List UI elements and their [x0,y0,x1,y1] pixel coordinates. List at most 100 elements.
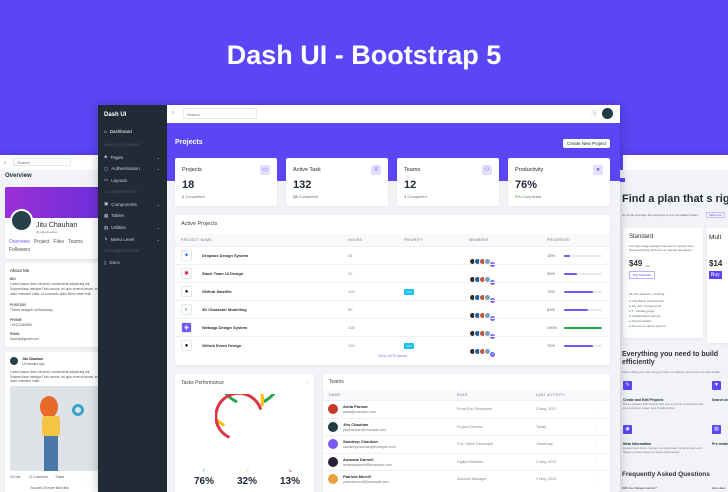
sidebar-item-pages[interactable]: ◈ Pages ⌄ [104,154,160,160]
plan-price: $49 [629,259,643,268]
stat-value: 12 [404,179,417,191]
sidebar-item-dashboard[interactable]: ⌂ Dashboard [104,129,160,134]
sidebar: Dash UI ⌂ Dashboard LAYOUTS & PAGES ◈ Pages ⌄… [98,105,167,492]
task-stat: ↘ 13% [275,468,305,487]
check-icon: ● [629,318,631,323]
sidebar-item-menu-level[interactable]: ↳ Menu Level ⌄ [104,236,160,242]
team-row[interactable]: Amanda Darnell amandadarnell@example.com… [323,452,610,471]
about-title: About Me [10,268,30,273]
menu-toggle-icon[interactable]: ≡ [172,110,174,115]
menu-icon[interactable]: ≡ [4,160,6,165]
talk-to-us-link[interactable]: Talk to us [706,212,725,218]
table-row[interactable]: ● GitHub Satellite 120 Low +5 75% [175,282,610,304]
progress-bar [564,309,602,311]
more-icon[interactable]: ⋮ [305,379,309,384]
table-row[interactable]: ● Github Event Design 120 Low +5 75% [175,336,610,358]
sidebar-item-layouts[interactable]: ▭ Layouts [104,177,160,183]
last-activity: Yesterday [536,442,553,447]
bell-icon[interactable]: • [591,110,598,117]
post-actions: 20 Like 12 Comment Share [10,475,64,479]
edit-icon: ✎ [623,381,632,390]
3d-icon: ◐ [181,304,192,315]
sidebar-item-utilities[interactable]: ▤ Utilities ⌄ [104,225,160,231]
project-name[interactable]: GitHub Satellite [202,289,232,294]
view-all-projects-link[interactable]: View All Projects [175,353,610,358]
chevron-down-icon: ⌄ [156,225,160,230]
post-time: 19 minutes ago [22,362,45,366]
team-row[interactable]: Jitu Chauhan jituchauhan@example.com Pro… [323,417,610,436]
share-button[interactable]: Share [56,475,65,479]
member-role: Full- Stack Developer [457,442,494,447]
package-icon: ▣ [104,201,109,207]
faq-question[interactable]: Will I be charged now for? [622,486,657,490]
sidebar-item-authentication[interactable]: ▢ Authentication ⌄ [104,166,160,172]
table-row[interactable]: ◈ Webapp Design System 108 +5 100% [175,318,610,340]
member-role: Front End Developer [457,407,493,411]
project-name[interactable]: Webapp Design System [202,325,247,330]
sidebar-item-label: Components [111,201,137,207]
member-email: patriciamurrill@example.com [343,480,390,485]
project-name[interactable]: 3D Character Modelling [202,307,247,312]
tab-teams[interactable]: Teams [68,239,83,245]
table-row[interactable]: ◐ 3D Character Modelling 89 +5 63% [175,300,610,322]
check-icon: ● [629,299,631,303]
tab-files[interactable]: Files [53,239,64,245]
progress-label: 100% [547,325,558,330]
more-icon[interactable]: ⋮ [595,441,599,446]
column-header: LAST ACTIVITY [536,393,566,397]
buy-button[interactable]: Buy [709,271,722,279]
more-icon[interactable]: ⋮ [595,459,599,464]
member-role: Digital Marketer [457,459,484,464]
create-project-button[interactable]: Create New Project [563,139,611,148]
member-name: Jitu Chauhan [343,421,369,427]
user-avatar[interactable] [602,108,613,119]
search-input[interactable]: Search [13,158,71,166]
phone-value: +32112345689 [10,323,32,327]
feature-text: Access to support forums [631,323,666,328]
sidebar-item-tables[interactable]: ▦ Tables [104,213,160,219]
sidebar-item-docs[interactable]: ▯ Docs [104,260,160,266]
project-name[interactable]: Dropbox Design System [202,253,248,258]
tag-icon: ◉ [623,425,632,434]
stat-label: Productivity [515,167,544,173]
sidebar-item-components[interactable]: ▣ Components ⌄ [104,201,160,207]
table-row[interactable]: ✦ Dropbox Design System 34 +5 15% [175,246,610,268]
team-row[interactable]: Patricia Murrill patriciamurrill@example… [323,470,610,488]
page-title: Projects [175,139,203,146]
like-button[interactable]: 20 Like [10,475,21,479]
progress-label: 75% [547,343,556,348]
project-name[interactable]: Slack Team UI Design [202,271,243,276]
more-icon[interactable]: ⋮ [595,476,599,481]
comment-button[interactable]: 12 Comment [29,475,48,479]
plan-name: Standard [629,234,654,240]
member-role: Project Director [457,424,484,429]
table-row[interactable]: ✱ Slack Team UI Design 47 +5 35% [175,264,610,286]
team-row[interactable]: Sandeep Chauhan sandeepchauhan@example.c… [323,435,610,453]
tab-project[interactable]: Project [34,239,50,245]
team-row[interactable]: Anita Parmar anita@example.com Front End… [323,400,610,418]
chevron-down-icon: ⌄ [156,154,160,160]
tab-overview[interactable]: Overview [9,239,30,245]
search-input[interactable]: Search [183,108,257,119]
pricing-subtitle: Or simply leverage the expertise of our … [622,213,699,217]
last-activity: 3 May, 2021 [536,407,557,411]
profile-name: Jitu Chauhan [36,222,78,229]
sidebar-heading: LAYOUTS & PAGES [104,143,141,147]
more-icon[interactable]: ⋮ [595,406,599,411]
brand-logo[interactable]: Dash UI [104,112,126,118]
plan-card-multi: Mult $14 Buy [707,228,728,343]
stat-card-teams: Teams ⚇ 12 1 Completed [397,158,499,206]
project-name[interactable]: Github Event Design [202,343,241,348]
faq-question[interactable]: How does [712,486,725,490]
sidebar-item-label: Docs [109,260,120,266]
more-icon[interactable]: ⋮ [595,424,599,429]
avatar [328,474,338,485]
users-icon: ⚇ [482,165,492,175]
chevron-down-icon: ⌄ [156,236,160,242]
chevron-down-icon: ⌄ [156,166,160,172]
features-title: All core features, including: [629,292,666,296]
buy-standard-button[interactable]: Buy Standard [629,271,656,279]
tab-followers[interactable]: Followers [9,247,30,253]
about-card: About Me BIO Lorem ipsum dolor sit amet,… [5,263,98,347]
post-avatar [10,357,18,365]
